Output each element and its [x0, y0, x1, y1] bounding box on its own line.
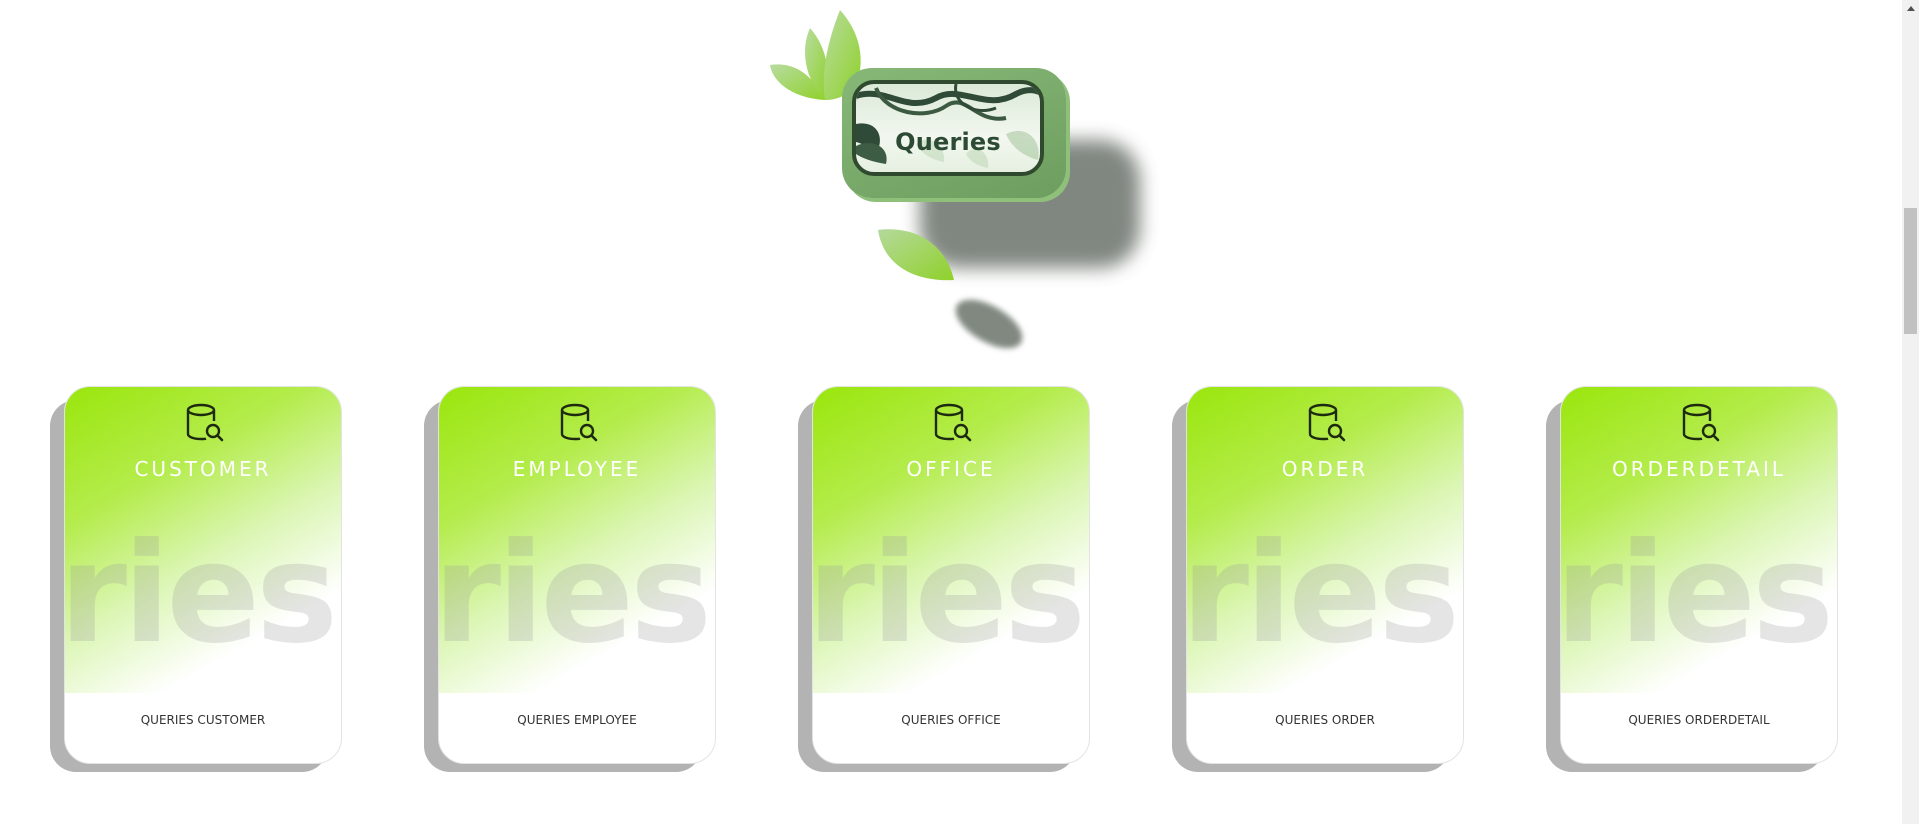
card-header: EMPLOYEE ries — [439, 387, 715, 693]
card-body[interactable]: EMPLOYEE ries QUERIES EMPLOYEE — [438, 386, 716, 764]
scrollbar-thumb[interactable] — [1904, 208, 1917, 334]
card-watermark: ries — [813, 513, 1086, 674]
blob-shadow — [947, 289, 1031, 359]
hero-title: Queries — [895, 128, 1001, 156]
hero-banner: Queries — [760, 0, 1160, 370]
card-title: CUSTOMER — [134, 457, 272, 481]
card-title: EMPLOYEE — [512, 457, 642, 481]
card-header: ORDER ries — [1187, 387, 1463, 693]
card-title: ORDER — [1281, 457, 1369, 481]
card-caption[interactable]: QUERIES EMPLOYEE — [439, 713, 715, 727]
database-search-icon — [560, 403, 598, 442]
card-title: OFFICE — [906, 457, 996, 481]
card-body[interactable]: ORDERDETAIL ries QUERIES ORDERDETAIL — [1560, 386, 1838, 764]
card-watermark: ries — [439, 513, 712, 674]
leaf-bottom-icon — [878, 229, 954, 281]
card-caption[interactable]: QUERIES ORDER — [1187, 713, 1463, 727]
card-order[interactable]: ORDER ries QUERIES ORDER — [1172, 386, 1464, 778]
card-caption[interactable]: QUERIES ORDERDETAIL — [1561, 713, 1837, 727]
card-watermark: ries — [1187, 513, 1460, 674]
badge-panel: Queries — [852, 80, 1044, 176]
database-search-icon — [1308, 403, 1346, 442]
card-header: OFFICE ries — [813, 387, 1089, 693]
database-search-icon — [186, 403, 224, 442]
card-watermark: ries — [65, 513, 338, 674]
card-employee[interactable]: EMPLOYEE ries QUERIES EMPLOYEE — [424, 386, 716, 778]
card-customer[interactable]: CUSTOMER ries QUERIES CUSTOMER — [50, 386, 342, 778]
card-caption[interactable]: QUERIES OFFICE — [813, 713, 1089, 727]
scroll-up-arrow-icon[interactable] — [1902, 0, 1919, 17]
card-orderdetail[interactable]: ORDERDETAIL ries QUERIES ORDERDETAIL — [1546, 386, 1838, 778]
database-search-icon — [1682, 403, 1720, 442]
card-header: ORDERDETAIL ries — [1561, 387, 1837, 693]
page: Queries CUSTOMER ries QUERIES CUSTOMER E… — [0, 0, 1919, 824]
queries-badge: Queries — [842, 68, 1066, 198]
card-body[interactable]: ORDER ries QUERIES ORDER — [1186, 386, 1464, 764]
database-search-icon — [934, 403, 972, 442]
card-body[interactable]: OFFICE ries QUERIES OFFICE — [812, 386, 1090, 764]
card-body[interactable]: CUSTOMER ries QUERIES CUSTOMER — [64, 386, 342, 764]
card-title: ORDERDETAIL — [1612, 457, 1786, 481]
vertical-scrollbar[interactable] — [1902, 0, 1919, 824]
card-watermark: ries — [1561, 513, 1834, 674]
card-office[interactable]: OFFICE ries QUERIES OFFICE — [798, 386, 1090, 778]
card-header: CUSTOMER ries — [65, 387, 341, 693]
query-card-list: CUSTOMER ries QUERIES CUSTOMER EMPLOYEE … — [0, 386, 1900, 786]
card-caption[interactable]: QUERIES CUSTOMER — [65, 713, 341, 727]
